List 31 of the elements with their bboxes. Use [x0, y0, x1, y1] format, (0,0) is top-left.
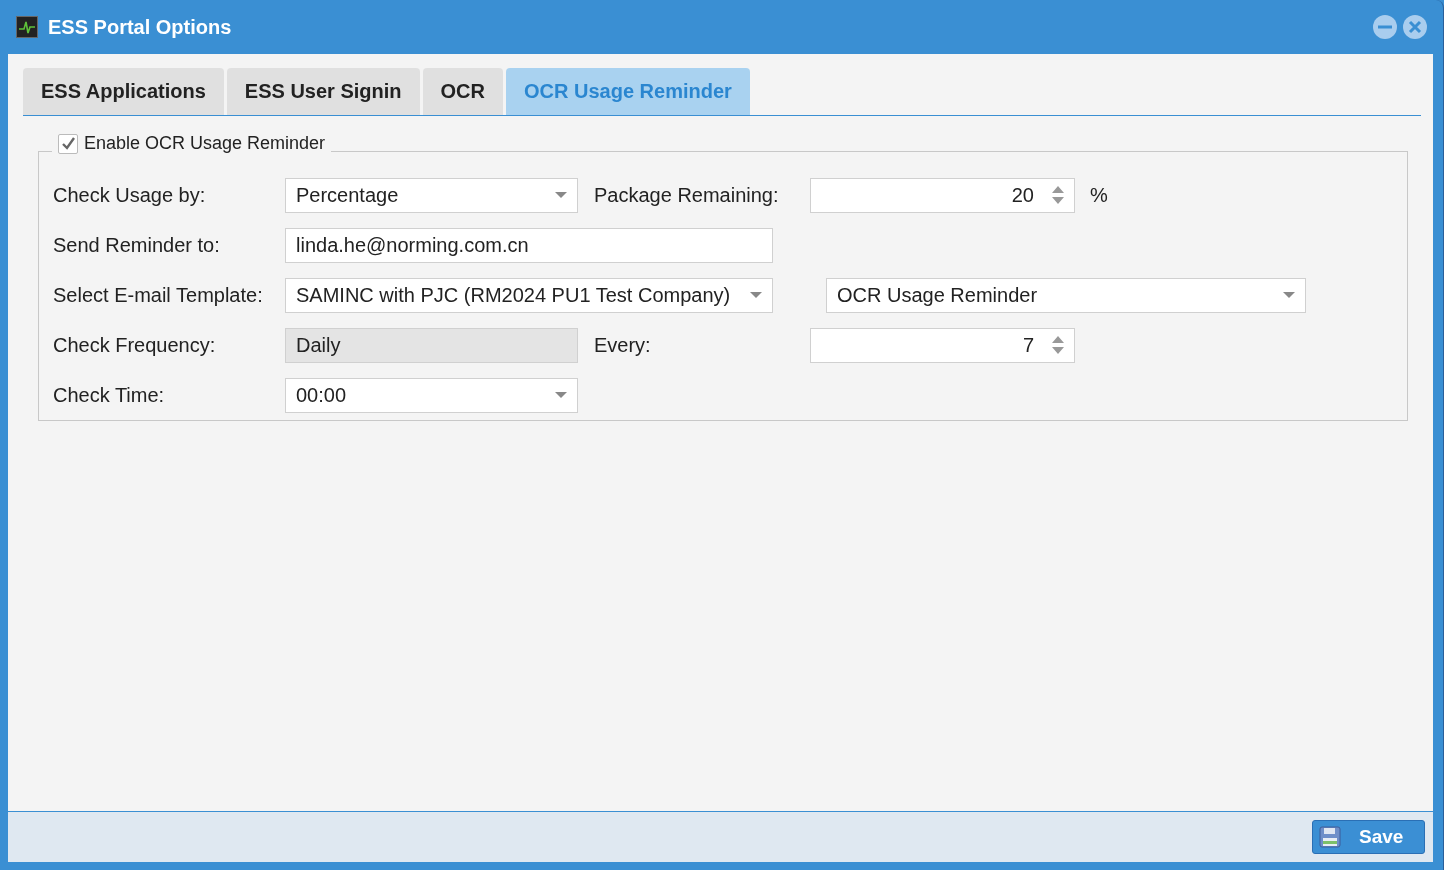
dropdown[interactable]: OCR Usage Reminder [826, 277, 1306, 313]
field-label: Check Time: [53, 383, 166, 407]
heartbeat-monitor-icon [16, 16, 38, 38]
close-icon[interactable] [1403, 15, 1427, 39]
field-label: Check Frequency: [53, 333, 217, 357]
dropdown[interactable]: SAMINC with PJC (RM2024 PU1 Test Company) [285, 277, 773, 313]
dropdown-caret-icon[interactable] [750, 292, 762, 298]
window-title: ESS Portal Options [48, 15, 232, 39]
number-spinner[interactable]: 20 [810, 177, 1075, 213]
tab[interactable]: ESS User Signin [226, 68, 420, 115]
field-label: Every: [593, 333, 652, 357]
field-label: Select E-mail Template: [53, 283, 264, 307]
dropdown-caret-icon[interactable] [555, 392, 567, 398]
dropdown[interactable]: 00:00 [285, 377, 578, 413]
dropdown-caret-icon[interactable] [555, 192, 567, 198]
input-field[interactable]: linda.he@norming.com.cn [285, 227, 773, 263]
up-down-arrows-icon[interactable] [1052, 185, 1064, 205]
tab[interactable]: ESS Applications [23, 68, 224, 115]
minimize-icon[interactable] [1373, 15, 1397, 39]
field-label: Package Remaining: [593, 183, 780, 207]
checkbox-label: Enable OCR Usage Reminder [84, 133, 326, 154]
field-label: Check Usage by: [53, 183, 207, 207]
tab[interactable]: OCR [422, 68, 503, 115]
up-down-arrows-icon[interactable] [1052, 335, 1064, 355]
field-label: Send Reminder to: [53, 233, 221, 257]
dropdown-caret-icon[interactable] [1283, 292, 1295, 298]
checkbox[interactable] [58, 133, 78, 154]
dropdown[interactable]: Percentage [285, 177, 578, 213]
input-field: Daily [285, 327, 578, 363]
number-spinner[interactable]: 7 [810, 327, 1075, 363]
unit-label: % [1090, 183, 1108, 207]
